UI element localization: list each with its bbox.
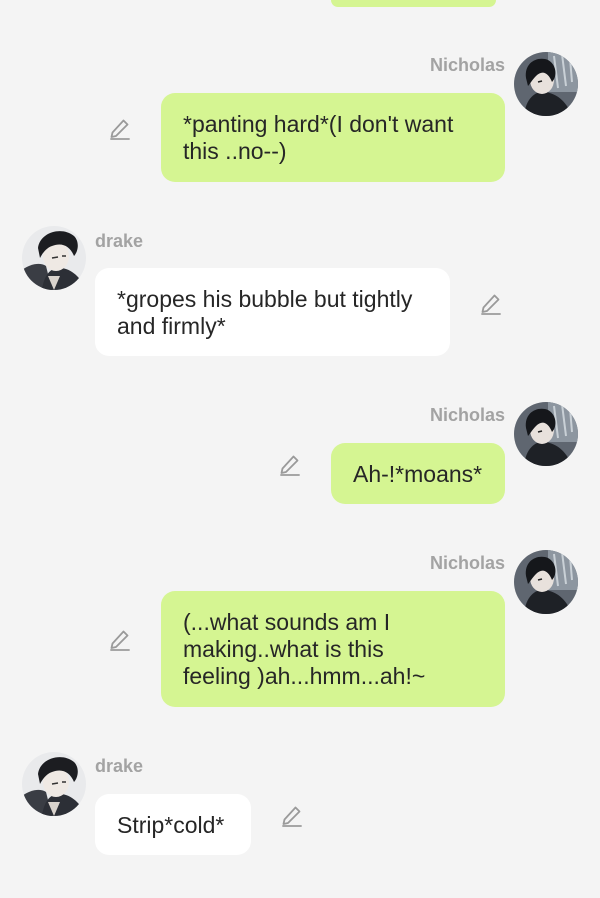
sender-name: drake bbox=[95, 756, 144, 776]
drake-avatar[interactable] bbox=[22, 752, 86, 816]
message-bubble[interactable]: Strip*cold* bbox=[95, 794, 251, 855]
chat-view: Nicholas *panting hard*(I don't want thi… bbox=[0, 0, 600, 898]
message-row: drake Strip*cold* bbox=[0, 0, 600, 898]
pencil-edit-icon[interactable] bbox=[280, 804, 304, 828]
